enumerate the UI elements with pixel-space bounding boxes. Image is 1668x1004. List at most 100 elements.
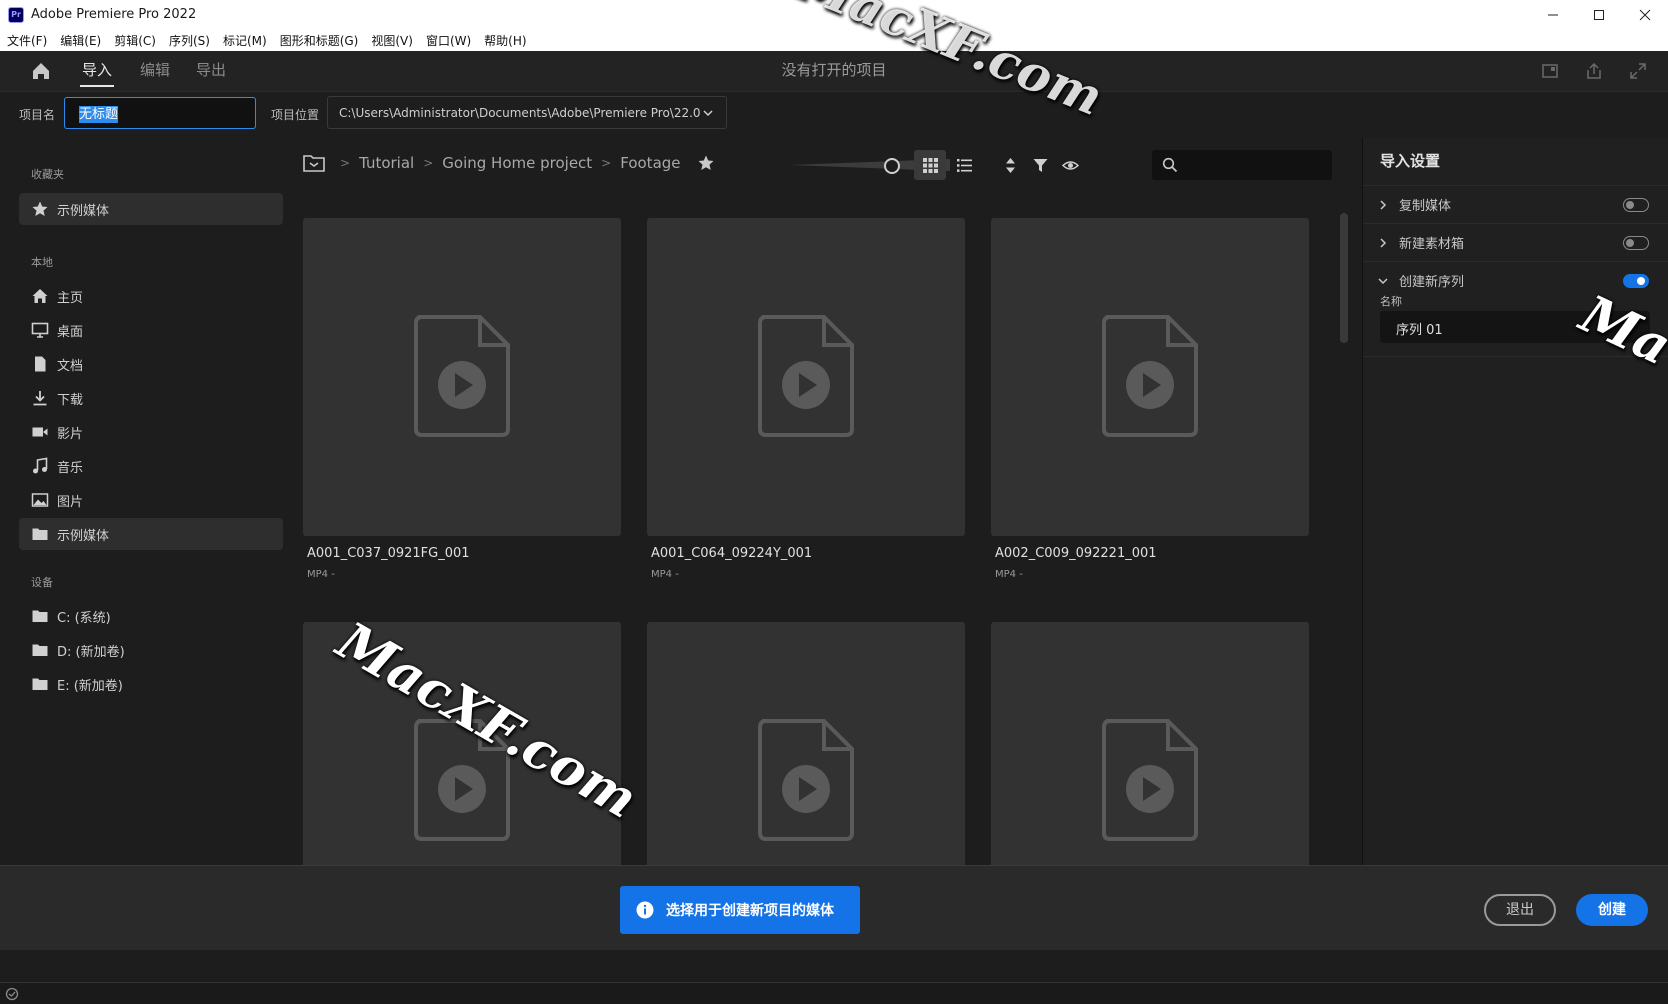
sidebar-item-label: 主页	[57, 290, 84, 306]
chevron-right-icon	[1380, 237, 1387, 248]
menu-markers[interactable]: 标记(M)	[223, 32, 267, 49]
clip-thumbnail[interactable]	[647, 622, 965, 865]
clip-card[interactable]: A001_C037_0921FG_001 MP4 -	[303, 218, 621, 580]
scrollbar[interactable]	[1340, 213, 1348, 343]
list-view-button[interactable]	[948, 150, 980, 180]
sort-icon	[1005, 157, 1015, 173]
sidebar-item-label: D: (新加卷)	[57, 644, 125, 660]
copy-media-label: 复制媒体	[1399, 199, 1452, 214]
new-bin-row[interactable]: 新建素材箱	[1363, 223, 1668, 261]
sidebar-item-drive-d[interactable]: D: (新加卷)	[19, 634, 283, 666]
create-button[interactable]: 创建	[1576, 894, 1648, 926]
clip-card[interactable]	[303, 622, 621, 865]
grid-icon	[922, 157, 938, 173]
sort-button[interactable]	[994, 150, 1026, 180]
folder-icon	[32, 528, 48, 540]
sequence-name-input[interactable]: 序列 01	[1380, 311, 1650, 343]
background-tasks-icon[interactable]	[5, 987, 19, 1001]
clip-meta: MP4 -	[995, 569, 1023, 580]
slider-thumb[interactable]	[884, 158, 900, 174]
sidebar-item-drive-c[interactable]: C: (系统)	[19, 600, 283, 632]
sidebar-item-home[interactable]: 主页	[19, 280, 283, 312]
menu-graphics[interactable]: 图形和标题(G)	[280, 32, 359, 49]
share-icon[interactable]	[1584, 61, 1604, 81]
menu-file[interactable]: 文件(F)	[7, 32, 47, 49]
clip-thumbnail[interactable]	[647, 218, 965, 536]
sidebar-item-sample-media-favorite[interactable]: 示例媒体	[19, 193, 283, 225]
menu-sequence[interactable]: 序列(S)	[169, 32, 210, 49]
breadcrumb-separator: >	[423, 156, 434, 170]
clip-name: A002_C009_092221_001	[995, 546, 1157, 561]
project-location-select[interactable]: C:\Users\Administrator\Documents\Adobe\P…	[327, 96, 727, 129]
sidebar-item-label: 音乐	[57, 460, 84, 476]
title-bar: Pr Adobe Premiere Pro 2022	[0, 0, 1668, 30]
breadcrumb-item[interactable]: Tutorial	[359, 154, 414, 172]
menu-edit[interactable]: 编辑(E)	[60, 32, 101, 49]
folder-icon	[32, 644, 48, 656]
clip-card[interactable]	[991, 622, 1309, 865]
info-toast-text: 选择用于创建新项目的媒体	[666, 903, 834, 919]
menu-window[interactable]: 窗口(W)	[426, 32, 471, 49]
quick-export-icon[interactable]	[1540, 61, 1560, 81]
video-file-icon	[414, 315, 510, 437]
menu-view[interactable]: 视图(V)	[371, 32, 413, 49]
sidebar-item-music[interactable]: 音乐	[19, 450, 283, 482]
sidebar: 收藏夹 示例媒体 本地 主页 桌面 文档 下载 影片 音乐 图片 示例媒体 设备…	[0, 138, 290, 865]
clip-thumbnail[interactable]	[991, 622, 1309, 865]
project-location-label: 项目位置	[271, 108, 320, 122]
breadcrumb-separator: >	[340, 156, 351, 170]
grid-view-button[interactable]	[914, 150, 946, 180]
star-icon[interactable]	[697, 154, 715, 172]
clip-card[interactable]: A002_C009_092221_001 MP4 -	[991, 218, 1309, 580]
clip-grid: A001_C037_0921FG_001 MP4 - A001_C064_092…	[303, 218, 1333, 865]
exit-button[interactable]: 退出	[1484, 894, 1556, 926]
new-bin-toggle[interactable]	[1623, 236, 1649, 250]
window-title: Adobe Premiere Pro 2022	[31, 7, 197, 22]
local-title: 本地	[31, 256, 53, 269]
video-file-icon	[758, 719, 854, 841]
sidebar-item-label: 影片	[57, 426, 84, 442]
copy-media-toggle[interactable]	[1623, 198, 1649, 212]
sidebar-item-desktop[interactable]: 桌面	[19, 314, 283, 346]
fullscreen-icon[interactable]	[1628, 61, 1648, 81]
clip-thumbnail[interactable]	[991, 218, 1309, 536]
sidebar-item-movies[interactable]: 影片	[19, 416, 283, 448]
create-sequence-toggle[interactable]	[1623, 274, 1649, 288]
project-name-input[interactable]: 无标题	[64, 97, 256, 129]
clip-thumbnail[interactable]	[303, 218, 621, 536]
clip-card[interactable]: A001_C064_09224Y_001 MP4 -	[647, 218, 965, 580]
sidebar-item-label: C: (系统)	[57, 610, 111, 626]
breadcrumb: > Tutorial > Going Home project > Footag…	[303, 152, 715, 174]
sidebar-item-documents[interactable]: 文档	[19, 348, 283, 380]
folder-browse-icon[interactable]	[303, 153, 325, 173]
video-file-icon	[758, 315, 854, 437]
minimize-icon	[1548, 14, 1558, 16]
image-icon	[31, 493, 49, 507]
star-icon	[32, 201, 48, 216]
close-icon	[1639, 9, 1651, 21]
maximize-button[interactable]	[1576, 0, 1622, 30]
clip-thumbnail[interactable]	[303, 622, 621, 865]
create-sequence-row[interactable]: 创建新序列	[1363, 261, 1668, 299]
sidebar-item-drive-e[interactable]: E: (新加卷)	[19, 668, 283, 700]
premiere-window: Pr Adobe Premiere Pro 2022 文件(F) 编辑(E) 剪…	[0, 0, 1668, 1004]
sidebar-item-downloads[interactable]: 下载	[19, 382, 283, 414]
menu-help[interactable]: 帮助(H)	[484, 32, 526, 49]
devices-title: 设备	[31, 576, 53, 589]
sidebar-item-sample-media[interactable]: 示例媒体	[19, 518, 283, 550]
close-button[interactable]	[1622, 0, 1668, 30]
menu-clip[interactable]: 剪辑(C)	[114, 32, 156, 49]
sidebar-item-pictures[interactable]: 图片	[19, 484, 283, 516]
preview-button[interactable]	[1054, 150, 1086, 180]
breadcrumb-item[interactable]: Footage	[620, 154, 680, 172]
sidebar-item-label: 示例媒体	[57, 203, 110, 219]
breadcrumb-item[interactable]: Going Home project	[442, 154, 592, 172]
copy-media-row[interactable]: 复制媒体	[1363, 185, 1668, 223]
clip-card[interactable]	[647, 622, 965, 865]
filter-button[interactable]	[1024, 150, 1056, 180]
minimize-button[interactable]	[1530, 0, 1576, 30]
search-input[interactable]	[1152, 150, 1332, 180]
sidebar-item-label: 图片	[57, 494, 84, 510]
footer-bar: 选择用于创建新项目的媒体 退出 创建	[0, 865, 1668, 950]
download-icon	[33, 391, 47, 406]
